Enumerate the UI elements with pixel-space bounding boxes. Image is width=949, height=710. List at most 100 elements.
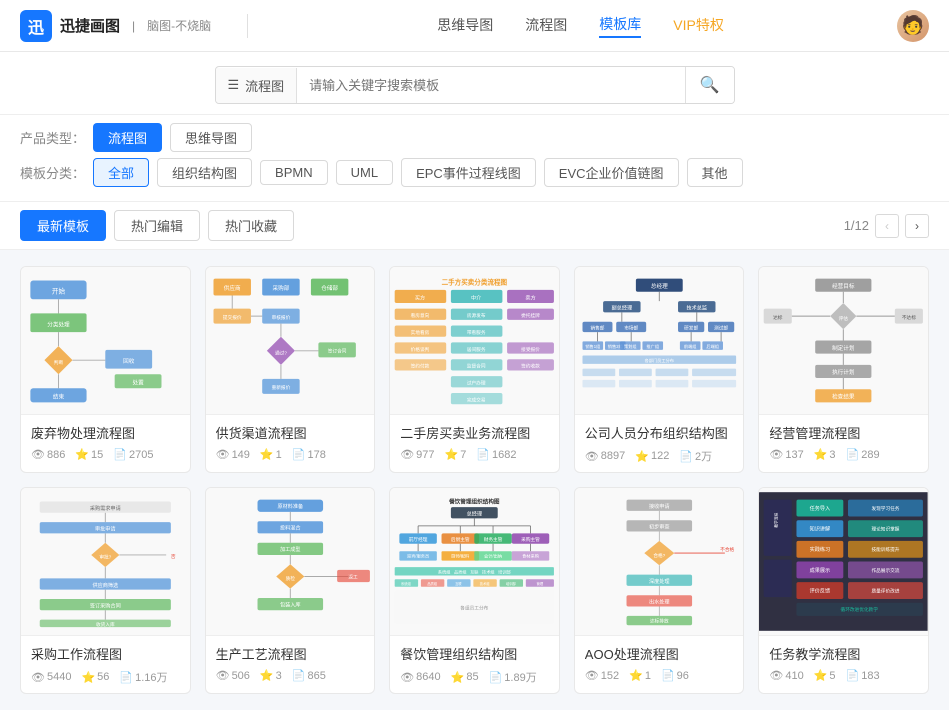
category-all[interactable]: 全部: [93, 158, 149, 187]
svg-text:检查结果: 检查结果: [832, 393, 855, 401]
card-1[interactable]: 供应商 采购部 仓储部 提交报价 审核报价 通过? 签订合同: [205, 266, 376, 473]
svg-text:后端组: 后端组: [706, 343, 719, 350]
next-page-button[interactable]: ›: [905, 214, 929, 238]
svg-text:接收申请: 接收申请: [649, 502, 670, 510]
header-right: 🧑: [897, 10, 929, 42]
category-filter-row: 模板分类： 全部 组织结构图 BPMN UML EPC事件过程线图 EVC企业价…: [20, 158, 929, 187]
svg-text:深度处理: 深度处理: [649, 577, 670, 585]
svg-text:质检: 质检: [285, 575, 295, 582]
card-8[interactable]: 接收申请 初步审查 合格? 深度处理 出水处理 达标排放: [574, 487, 745, 694]
svg-text:收货入库: 收货入库: [96, 621, 115, 628]
filter-mindmap[interactable]: 思维导图: [170, 123, 252, 152]
nav-mindmap[interactable]: 思维导图: [437, 15, 493, 37]
svg-text:销售部: 销售部: [590, 324, 604, 331]
card-info-7: 餐饮管理组织结构图 👁 8640 ⭐ 85 📄 1.89万: [390, 636, 559, 693]
pagination: 1/12 ‹ ›: [844, 214, 929, 238]
search-box: ☰ 流程图 🔍: [215, 66, 735, 104]
card-likes-4: ⭐ 3: [814, 448, 836, 461]
filter-flowchart[interactable]: 流程图: [93, 123, 162, 152]
card-meta-5: 👁 5440 ⭐ 56 📄 1.16万: [31, 669, 180, 685]
category-other[interactable]: 其他: [687, 158, 743, 187]
svg-text:完成交易: 完成交易: [467, 396, 486, 403]
nav-vip[interactable]: VIP特权: [673, 15, 724, 37]
svg-text:结束: 结束: [53, 393, 65, 401]
card-saves-7: 📄 1.89万: [489, 669, 537, 685]
svg-text:看房意向: 看房意向: [411, 312, 430, 319]
svg-text:监督合同: 监督合同: [467, 363, 486, 370]
svg-text:迎宾/服务员: 迎宾/服务员: [407, 553, 429, 560]
card-info-9: 任务教学流程图 👁 410 ⭐ 5 📄 183: [759, 636, 928, 690]
svg-text:接受报价: 接受报价: [521, 346, 540, 353]
card-6[interactable]: 原材料准备 投料混合 加工成型 质检 包装入库 返工: [205, 487, 376, 694]
card-title-5: 采购工作流程图: [31, 644, 180, 663]
search-button[interactable]: 🔍: [685, 67, 734, 103]
svg-text:互联: 互联: [455, 581, 462, 586]
svg-text:审核报价: 审核报价: [271, 314, 290, 321]
logo-area[interactable]: 迅 迅捷画图 | 脑图-不烧脑: [20, 10, 211, 42]
category-org[interactable]: 组织结构图: [157, 158, 252, 187]
card-info-6: 生产工艺流程图 👁 506 ⭐ 3 📄 865: [206, 636, 375, 690]
svg-text:采购需求申请: 采购需求申请: [90, 504, 121, 512]
nav-templates[interactable]: 模板库: [599, 14, 641, 38]
card-info-4: 经营管理流程图 👁 137 ⭐ 3 📄 289: [759, 415, 928, 469]
svg-text:价格谈判: 价格谈判: [411, 346, 430, 353]
category-epc[interactable]: EPC事件过程线图: [401, 158, 536, 187]
card-0[interactable]: 开始 分类处理 判断 回收 结束 处置: [20, 266, 191, 473]
svg-text:实践练习: 实践练习: [810, 545, 831, 553]
card-thumb-6: 原材料准备 投料混合 加工成型 质检 包装入库 返工: [206, 488, 375, 636]
card-info-5: 采购工作流程图 👁 5440 ⭐ 56 📄 1.16万: [21, 636, 190, 693]
card-meta-8: 👁 152 ⭐ 1 📄 96: [585, 669, 734, 682]
card-4[interactable]: 经营目标 评估 制定计划 执行计划 检查结果 不达标: [758, 266, 929, 473]
svg-text:推广组: 推广组: [646, 343, 659, 350]
category-bpmn[interactable]: BPMN: [260, 160, 328, 185]
svg-text:质量评价改进: 质量评价改进: [872, 587, 900, 594]
svg-text:品质组: 品质组: [427, 581, 438, 586]
card-saves-0: 📄 2705: [113, 448, 153, 461]
svg-text:总经理: 总经理: [467, 510, 482, 518]
card-7[interactable]: 餐饮管理组织结构图 总经理 前厅经理 后厨主管 财务主管: [389, 487, 560, 694]
card-saves-6: 📄 865: [292, 669, 326, 682]
svg-text:管理: 管理: [537, 581, 544, 586]
category-evc[interactable]: EVC企业价值链图: [544, 158, 679, 187]
card-meta-0: 👁 886 ⭐ 15 📄 2705: [31, 448, 180, 461]
nav-menu: 思维导图 流程图 模板库 VIP特权: [264, 14, 897, 38]
search-input[interactable]: [297, 70, 684, 101]
sort-newest[interactable]: 最新模板: [20, 210, 106, 241]
svg-text:处置: 处置: [132, 379, 144, 387]
search-prefix[interactable]: ☰ 流程图: [216, 68, 298, 103]
card-5[interactable]: 采购需求申请 审批申请 审批? 供应商筛选 签订采购合同 收货入库: [20, 487, 191, 694]
card-3[interactable]: 总经理 副总经理 技术总监 销售部 市场部 研发部 测试部: [574, 266, 745, 473]
prev-page-button[interactable]: ‹: [875, 214, 899, 238]
card-likes-8: ⭐ 1: [629, 669, 651, 682]
card-saves-4: 📄 289: [846, 448, 880, 461]
card-meta-4: 👁 137 ⭐ 3 📄 289: [769, 448, 918, 461]
avatar[interactable]: 🧑: [897, 10, 929, 42]
card-likes-5: ⭐ 56: [81, 671, 109, 684]
svg-text:财务主管: 财务主管: [484, 536, 503, 543]
svg-text:发现学习任务: 发现学习任务: [872, 505, 900, 512]
card-9[interactable]: 教学流程 任务导入 知识讲解 实践练习 成果展示 评价反馈 发现学习任务 理论知…: [758, 487, 929, 694]
logo-subtitle: |: [132, 19, 135, 33]
category-uml[interactable]: UML: [336, 160, 393, 185]
svg-text:买方: 买方: [415, 293, 425, 301]
card-views-8: 👁 152: [585, 669, 619, 682]
card-title-9: 任务教学流程图: [769, 644, 918, 663]
svg-text:返工: 返工: [348, 573, 358, 580]
sort-popular-save[interactable]: 热门收藏: [208, 210, 294, 241]
svg-text:后厨主管: 后厨主管: [451, 536, 470, 543]
card-thumb-2: 二手方买卖分类流程图 买方 中介 卖方 看房意向 房源发布 委托挂牌 实地看房: [390, 267, 559, 415]
sort-popular-edit[interactable]: 热门编辑: [114, 210, 200, 241]
svg-text:房源发布: 房源发布: [467, 312, 486, 319]
card-meta-6: 👁 506 ⭐ 3 📄 865: [216, 669, 365, 682]
svg-text:各组员工分布: 各组员工分布: [460, 604, 488, 611]
svg-text:签订合同: 签订合同: [327, 348, 346, 355]
card-title-7: 餐饮管理组织结构图: [400, 644, 549, 663]
svg-text:原材料准备: 原材料准备: [277, 502, 303, 510]
nav-flowchart[interactable]: 流程图: [525, 15, 567, 37]
svg-text:食材采购: 食材采购: [522, 553, 539, 560]
menu-icon: ☰: [228, 77, 240, 93]
svg-text:达标排放: 达标排放: [650, 617, 669, 624]
card-meta-2: 👁 977 ⭐ 7 📄 1682: [400, 448, 549, 461]
card-saves-3: 📄 2万: [679, 448, 712, 464]
card-2[interactable]: 二手方买卖分类流程图 买方 中介 卖方 看房意向 房源发布 委托挂牌 实地看房: [389, 266, 560, 473]
